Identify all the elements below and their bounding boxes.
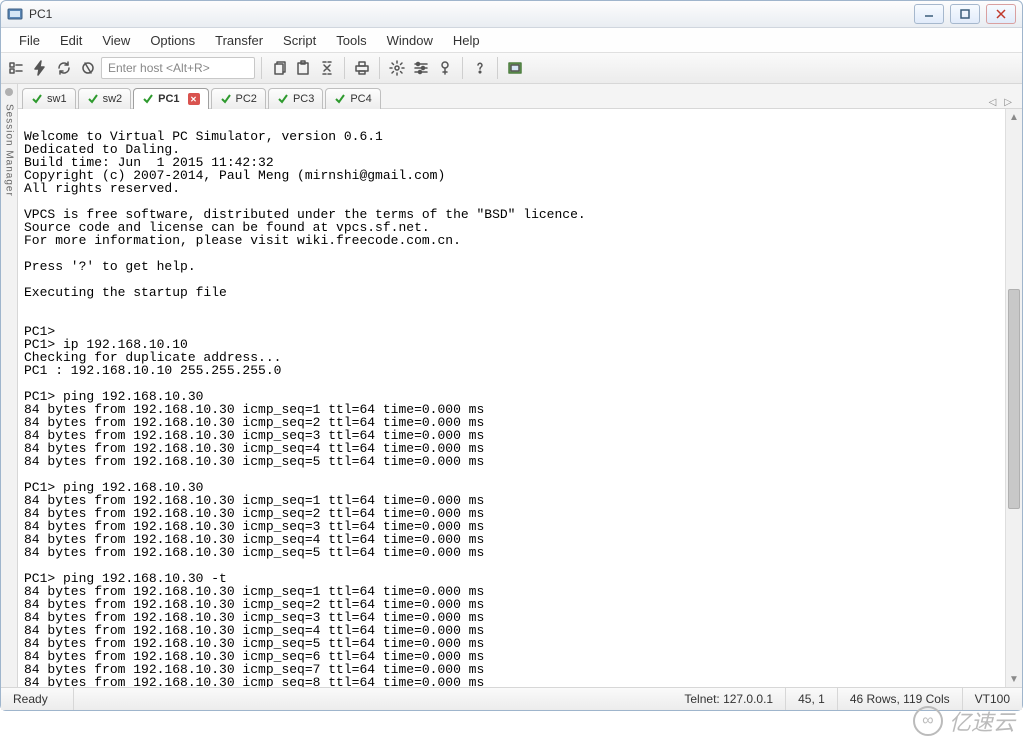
toolbar-separator xyxy=(344,57,345,79)
terminal-output[interactable]: Welcome to Virtual PC Simulator, version… xyxy=(18,109,1005,687)
tab-sw1[interactable]: sw1 xyxy=(22,88,76,109)
tab-sw2[interactable]: sw2 xyxy=(78,88,132,109)
menu-transfer[interactable]: Transfer xyxy=(205,30,273,51)
menu-script[interactable]: Script xyxy=(273,30,326,51)
check-icon xyxy=(220,93,232,105)
reconnect-icon[interactable] xyxy=(53,57,75,79)
menu-edit[interactable]: Edit xyxy=(50,30,92,51)
help-icon[interactable] xyxy=(469,57,491,79)
close-button[interactable] xyxy=(986,4,1016,24)
app-window: PC1 File Edit View Options Transfer Scri… xyxy=(0,0,1023,711)
scroll-up-icon[interactable]: ▲ xyxy=(1006,109,1022,125)
tab-pc3[interactable]: PC3 xyxy=(268,88,323,109)
status-cursor: 45, 1 xyxy=(786,688,838,710)
menu-view[interactable]: View xyxy=(92,30,140,51)
print-icon[interactable] xyxy=(351,57,373,79)
status-dimensions: 46 Rows, 119 Cols xyxy=(838,688,963,710)
menu-tools[interactable]: Tools xyxy=(326,30,376,51)
check-icon xyxy=(87,93,99,105)
toolbar-separator xyxy=(462,57,463,79)
toolbar-separator xyxy=(497,57,498,79)
status-ready: Ready xyxy=(1,688,74,710)
paste-icon[interactable] xyxy=(292,57,314,79)
check-icon xyxy=(334,93,346,105)
menu-options[interactable]: Options xyxy=(140,30,205,51)
options-icon[interactable] xyxy=(410,57,432,79)
toolbar-separator xyxy=(261,57,262,79)
minimize-button[interactable] xyxy=(914,4,944,24)
tabs-bar: sw1 sw2 PC1 ✕ PC2 PC3 PC4 ◁ ▷ xyxy=(18,84,1022,109)
statusbar: Ready Telnet: 127.0.0.1 45, 1 46 Rows, 1… xyxy=(1,687,1022,710)
disconnect-icon[interactable] xyxy=(77,57,99,79)
terminal-text: Welcome to Virtual PC Simulator, version… xyxy=(24,117,1005,687)
settings-icon[interactable] xyxy=(386,57,408,79)
menu-window[interactable]: Window xyxy=(377,30,443,51)
keymap-icon[interactable] xyxy=(434,57,456,79)
maximize-button[interactable] xyxy=(950,4,980,24)
session-manager-panel[interactable]: Session Manager xyxy=(1,84,18,687)
app-icon xyxy=(7,6,23,22)
tab-pc2[interactable]: PC2 xyxy=(211,88,266,109)
scroll-track[interactable] xyxy=(1006,125,1022,671)
scroll-down-icon[interactable]: ▼ xyxy=(1006,671,1022,687)
status-connection: Telnet: 127.0.0.1 xyxy=(672,688,786,710)
scroll-thumb[interactable] xyxy=(1008,289,1020,509)
tab-label: PC2 xyxy=(236,93,257,105)
check-icon xyxy=(31,93,43,105)
window-title: PC1 xyxy=(29,7,52,21)
vertical-scrollbar[interactable]: ▲ ▼ xyxy=(1005,109,1022,687)
menubar: File Edit View Options Transfer Script T… xyxy=(1,28,1022,53)
tab-label: sw2 xyxy=(103,93,123,105)
tab-label: PC3 xyxy=(293,93,314,105)
session-list-icon[interactable] xyxy=(5,57,27,79)
status-terminal-type: VT100 xyxy=(963,688,1022,710)
tab-label: sw1 xyxy=(47,93,67,105)
quick-connect-icon[interactable] xyxy=(29,57,51,79)
tab-pc4[interactable]: PC4 xyxy=(325,88,380,109)
tab-scroll-right-icon[interactable]: ▷ xyxy=(1004,97,1012,108)
tab-pc1[interactable]: PC1 ✕ xyxy=(133,88,208,109)
toolbar: Enter host <Alt+R> xyxy=(1,53,1022,84)
copy-icon[interactable] xyxy=(268,57,290,79)
panel-grip-icon xyxy=(5,88,13,96)
session-manager-label: Session Manager xyxy=(4,104,15,197)
toolbar-separator xyxy=(379,57,380,79)
tab-close-icon[interactable]: ✕ xyxy=(188,93,200,105)
titlebar[interactable]: PC1 xyxy=(1,1,1022,28)
check-icon xyxy=(277,93,289,105)
menu-help[interactable]: Help xyxy=(443,30,490,51)
capture-icon[interactable] xyxy=(504,57,526,79)
menu-file[interactable]: File xyxy=(9,30,50,51)
tab-scroll-left-icon[interactable]: ◁ xyxy=(989,97,997,108)
tab-label: PC4 xyxy=(350,93,371,105)
host-input[interactable]: Enter host <Alt+R> xyxy=(101,57,255,79)
check-icon xyxy=(142,93,154,105)
find-icon[interactable] xyxy=(316,57,338,79)
tab-label: PC1 xyxy=(158,93,179,105)
